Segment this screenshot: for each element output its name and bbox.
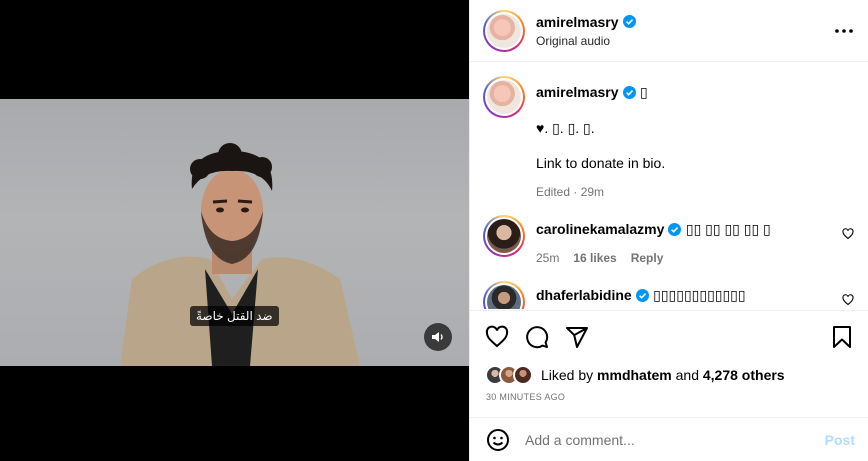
verified-badge-icon [622, 15, 636, 28]
more-horizontal-icon [835, 28, 853, 33]
post-header: amirelmasry Original audio [470, 0, 868, 62]
comment-icon [526, 326, 549, 349]
heart-icon [485, 325, 509, 348]
caption: amirelmasry ▯ ♥. ▯. ▯. ▯. Link to donate… [483, 76, 854, 199]
video-frame[interactable]: ضد القتل خاصةً [0, 99, 469, 366]
likes-summary[interactable]: Liked by mmdhatem and 4,278 others [470, 363, 868, 387]
like-comment-icon[interactable] [842, 294, 854, 306]
verified-badge-icon [668, 222, 682, 236]
liker-username[interactable]: mmdhatem [597, 367, 672, 383]
comment-username[interactable]: dhaferlabidine [536, 287, 632, 303]
like-comment-icon[interactable] [842, 228, 854, 240]
share-button[interactable] [563, 323, 591, 351]
comment-item: carolinekamalazmy ▯▯ ▯▯ ▯▯ ▯▯ ▯ 25m 16 l… [483, 215, 854, 265]
caption-line-1: ♥. ▯. ▯. ▯. [536, 120, 595, 136]
caption-username[interactable]: amirelmasry [536, 84, 619, 100]
author-username[interactable]: amirelmasry [536, 14, 619, 30]
speaker-icon [432, 332, 443, 342]
emoji-icon[interactable] [486, 428, 510, 452]
bookmark-icon [833, 326, 851, 348]
save-button[interactable] [828, 323, 856, 351]
caption-meta: Edited · 29m [536, 185, 605, 199]
like-button[interactable] [483, 323, 511, 351]
post-viewer: ضد القتل خاصةً amirelmasry Original audi… [0, 0, 868, 461]
comment-text: ▯▯▯▯▯▯▯▯▯▯▯▯ [653, 287, 746, 303]
likes-and: and [675, 367, 699, 383]
verified-badge-icon [635, 288, 649, 302]
verified-badge-icon [622, 85, 636, 99]
caption-title: ▯ [639, 84, 648, 100]
likes-prefix: Liked by [541, 367, 594, 383]
post-comment-button[interactable]: Post [825, 432, 855, 448]
comment-button[interactable] [523, 323, 551, 351]
comment-time[interactable]: 25m [536, 251, 559, 265]
caption-avatar[interactable] [483, 76, 525, 118]
more-options-button[interactable] [832, 19, 856, 43]
likes-count[interactable]: 4,278 others [703, 367, 785, 383]
comment-username[interactable]: carolinekamalazmy [536, 221, 664, 237]
video-player[interactable]: ضد القتل خاصةً [0, 0, 469, 461]
comment-item: dhaferlabidine ▯▯▯▯▯▯▯▯▯▯▯▯ [483, 281, 854, 309]
video-subtitle: ضد القتل خاصةً [190, 306, 279, 326]
post-side-panel: amirelmasry Original audio amirelmasry ▯… [469, 0, 868, 461]
audio-label[interactable]: Original audio [536, 34, 832, 48]
comment-avatar[interactable] [483, 281, 525, 309]
send-icon [566, 327, 588, 348]
post-timestamp[interactable]: 30 MINUTES AGO [470, 387, 868, 402]
comment-avatar[interactable] [483, 215, 525, 257]
author-avatar[interactable] [483, 9, 525, 52]
mute-button[interactable] [424, 323, 452, 351]
comments-list[interactable]: amirelmasry ▯ ♥. ▯. ▯. ▯. Link to donate… [470, 62, 868, 309]
comment-likes[interactable]: 16 likes [573, 251, 616, 265]
post-actions: Liked by mmdhatem and 4,278 others 30 MI… [470, 310, 868, 402]
comment-text: ▯▯ ▯▯ ▯▯ ▯▯ ▯ [685, 221, 771, 237]
reply-button[interactable]: Reply [631, 251, 664, 265]
add-comment-bar: Post [470, 417, 868, 461]
comment-input[interactable] [525, 431, 825, 448]
caption-line-2: Link to donate in bio. [536, 155, 666, 171]
liker-avatars[interactable] [485, 365, 533, 385]
